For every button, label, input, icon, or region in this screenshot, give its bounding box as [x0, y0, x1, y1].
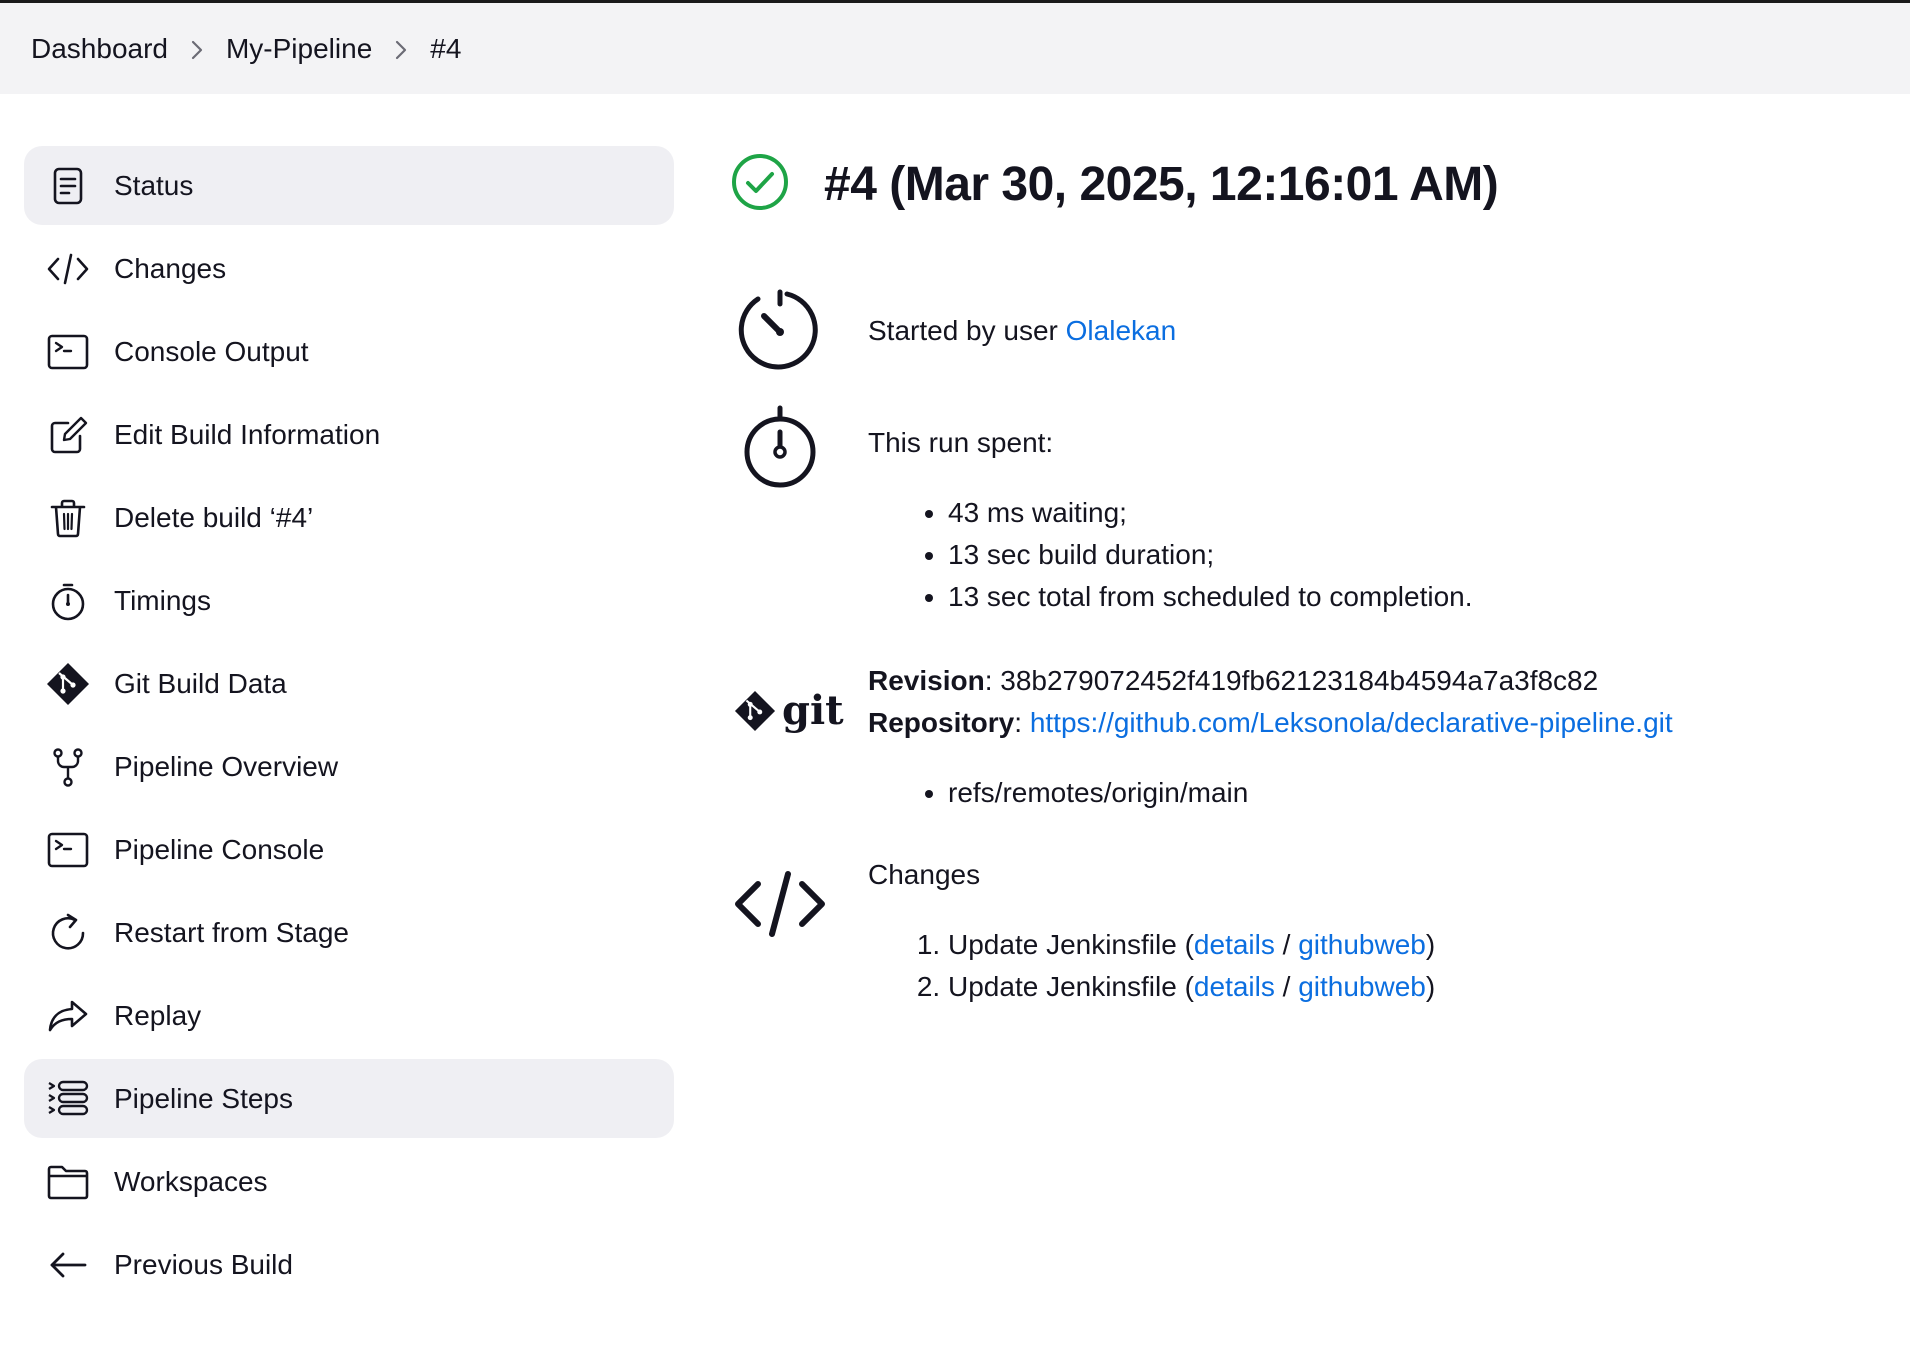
sidebar-item-label: Previous Build [114, 1248, 293, 1280]
code-icon [730, 864, 830, 944]
sidebar-item-pipeline-console[interactable]: Pipeline Console [24, 810, 674, 889]
fork-icon [46, 745, 90, 789]
sidebar-item-replay[interactable]: Replay [24, 976, 674, 1055]
chevron-right-icon [168, 33, 226, 65]
revision-label: Revision [868, 665, 985, 696]
sidebar-item-label: Git Build Data [114, 667, 287, 699]
list-item: Update Jenkinsfile (details / githubweb) [948, 966, 1435, 1008]
details-link[interactable]: details [1194, 971, 1275, 1002]
sidebar-item-status[interactable]: Status [24, 146, 674, 225]
sidebar-item-label: Pipeline Steps [114, 1082, 294, 1114]
timing-text: This run spent: 43 ms waiting; 13 sec bu… [868, 422, 1473, 618]
sidebar-item-label: Timings [114, 584, 211, 616]
sidebar-item-label: Status [114, 169, 194, 201]
sidebar-item-pipeline-steps[interactable]: Pipeline Steps [24, 1059, 674, 1138]
build-title-row: #4 (Mar 30, 2025, 12:16:01 AM) [730, 146, 1880, 222]
user-link[interactable]: Olalekan [1066, 315, 1177, 346]
sidebar-item-label: Edit Build Information [114, 418, 381, 450]
document-icon [46, 164, 90, 208]
list-item: 43 ms waiting; [948, 492, 1473, 534]
stopwatch-icon [46, 579, 90, 623]
terminal-icon [46, 330, 90, 374]
stopwatch-icon [730, 402, 830, 492]
sidebar-item-edit-build-information[interactable]: Edit Build Information [24, 395, 674, 474]
list-item: 13 sec total from scheduled to completio… [948, 576, 1473, 618]
sidebar-item-timings[interactable]: Timings [24, 561, 674, 640]
sidebar-item-delete-build[interactable]: Delete build ‘#4’ [24, 478, 674, 557]
breadcrumb: Dashboard My-Pipeline #4 [0, 3, 1910, 94]
trash-icon [46, 496, 90, 540]
git-logo-icon: git [734, 690, 844, 732]
terminal-icon [46, 828, 90, 872]
list-item: 13 sec build duration; [948, 534, 1473, 576]
steps-list-icon [46, 1077, 90, 1121]
sidebar-item-label: Pipeline Console [114, 833, 325, 865]
timing-heading: This run spent: [868, 427, 1054, 458]
sidebar-item-changes[interactable]: Changes [24, 229, 674, 308]
changes-list: Update Jenkinsfile (details / githubweb)… [948, 924, 1435, 1008]
gauge-icon [730, 286, 830, 376]
timing-list: 43 ms waiting; 13 sec build duration; 13… [948, 492, 1473, 618]
refs-list: refs/remotes/origin/main [948, 772, 1673, 814]
git-icon [46, 662, 90, 706]
sidebar-item-restart-from-stage[interactable]: Restart from Stage [24, 893, 674, 972]
breadcrumb-my-pipeline[interactable]: My-Pipeline [226, 33, 372, 65]
chevron-right-icon [372, 33, 430, 65]
edit-icon [46, 413, 90, 457]
folder-icon [46, 1160, 90, 1204]
sidebar-item-label: Changes [114, 252, 227, 284]
started-by-text: Started by user Olalekan [868, 310, 1176, 352]
list-item: Update Jenkinsfile (details / githubweb) [948, 924, 1435, 966]
sidebar-item-label: Replay [114, 999, 202, 1031]
repository-link[interactable]: https://github.com/Leksonola/declarative… [1030, 707, 1673, 738]
sidebar-item-pipeline-overview[interactable]: Pipeline Overview [24, 727, 674, 806]
sidebar-item-git-build-data[interactable]: Git Build Data [24, 644, 674, 723]
breadcrumb-dashboard[interactable]: Dashboard [31, 33, 168, 65]
changes-text: Changes Update Jenkinsfile (details / gi… [868, 854, 1435, 1008]
repository-label: Repository [868, 707, 1015, 738]
sidebar: Status Changes Console Output Edit Build… [24, 146, 674, 1308]
repository-row: Repository: https://github.com/Leksonola… [868, 707, 1673, 738]
revision-row: Revision: 38b279072452f419fb62123184b459… [868, 665, 1599, 696]
restart-icon [46, 911, 90, 955]
started-by-label: Started by user [868, 315, 1066, 346]
arrow-left-icon [46, 1243, 90, 1287]
change-message: Update Jenkinsfile [948, 929, 1177, 960]
sidebar-item-console-output[interactable]: Console Output [24, 312, 674, 391]
sidebar-item-label: Delete build ‘#4’ [114, 501, 314, 533]
sidebar-item-label: Pipeline Overview [114, 750, 339, 782]
sidebar-item-label: Workspaces [114, 1165, 268, 1197]
details-link[interactable]: details [1194, 929, 1275, 960]
git-logo-text: git [782, 687, 844, 734]
change-message: Update Jenkinsfile [948, 971, 1177, 1002]
sidebar-item-label: Restart from Stage [114, 916, 349, 948]
success-check-icon [730, 152, 790, 217]
breadcrumb-build-4[interactable]: #4 [430, 33, 461, 65]
list-item: refs/remotes/origin/main [948, 772, 1673, 814]
code-icon [46, 247, 90, 291]
replay-icon [46, 994, 90, 1038]
changes-heading: Changes [868, 859, 981, 890]
page-title: #4 (Mar 30, 2025, 12:16:01 AM) [824, 157, 1499, 211]
revision-value: 38b279072452f419fb62123184b4594a7a3f8c82 [1000, 665, 1599, 696]
githubweb-link[interactable]: githubweb [1298, 971, 1426, 1002]
githubweb-link[interactable]: githubweb [1298, 929, 1426, 960]
sidebar-item-label: Console Output [114, 335, 309, 367]
sidebar-item-workspaces[interactable]: Workspaces [24, 1142, 674, 1221]
git-text: Revision: 38b279072452f419fb62123184b459… [868, 660, 1673, 814]
sidebar-item-previous-build[interactable]: Previous Build [24, 1225, 674, 1304]
build-main-panel: #4 (Mar 30, 2025, 12:16:01 AM) Started b… [730, 146, 1880, 1002]
